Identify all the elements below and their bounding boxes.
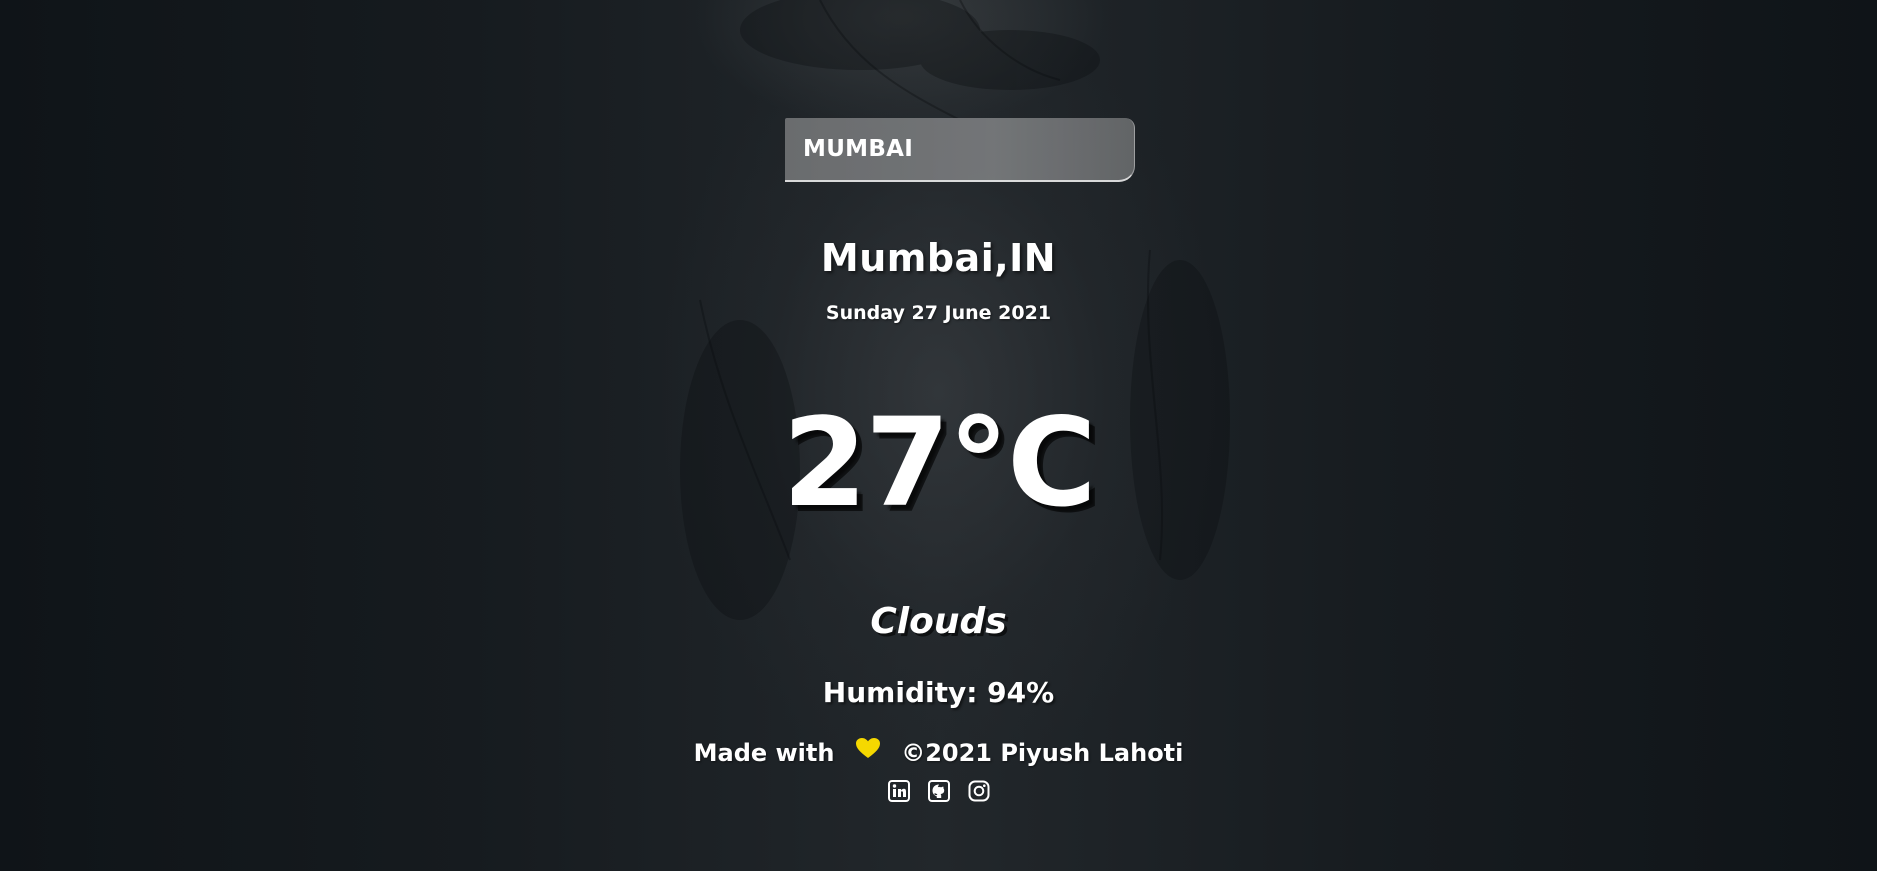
humidity-label: Humidity: 94%	[822, 676, 1055, 709]
made-with-text: Made with	[693, 739, 835, 767]
search-box[interactable]	[785, 118, 1135, 182]
search-input[interactable]	[785, 118, 1134, 180]
temperature-display: 27°C	[782, 392, 1096, 534]
weather-condition: Clouds	[870, 601, 1007, 642]
date-label: Sunday 27 June 2021	[825, 302, 1052, 324]
location-title: Mumbai,IN	[820, 236, 1057, 280]
linkedin-icon[interactable]	[887, 779, 911, 803]
copyright-text: ©2021 Piyush Lahoti	[901, 739, 1184, 767]
heart-icon	[855, 737, 881, 765]
social-links	[0, 779, 1877, 803]
github-icon[interactable]	[927, 779, 951, 803]
instagram-icon[interactable]	[967, 779, 991, 803]
footer-credit: Made with ©2021 Piyush Lahoti	[0, 738, 1877, 767]
